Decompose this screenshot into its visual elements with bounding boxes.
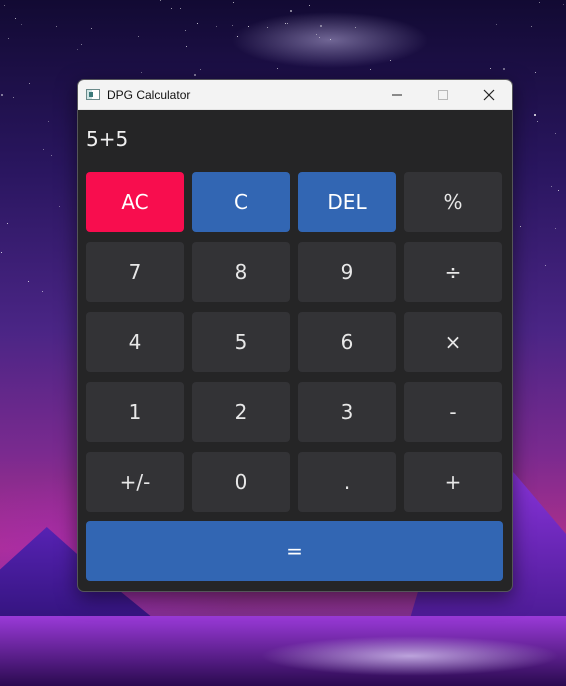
star — [233, 2, 234, 3]
star — [390, 60, 391, 61]
star — [200, 69, 201, 70]
window-title: DPG Calculator — [107, 87, 191, 102]
star — [535, 72, 536, 73]
close-button[interactable] — [466, 80, 512, 109]
calculator-window: DPG Calculator 5+5 AC C DEL % 7 8 9 ÷ 4 … — [77, 79, 513, 592]
multiply-button[interactable]: × — [404, 312, 502, 372]
star — [551, 186, 552, 187]
star — [545, 265, 546, 266]
maximize-button[interactable] — [420, 80, 466, 109]
star — [141, 72, 142, 73]
star — [1, 94, 3, 96]
star — [194, 74, 196, 76]
star — [48, 121, 49, 122]
digit-1-button[interactable]: 1 — [86, 382, 184, 442]
star — [496, 24, 497, 25]
star — [539, 2, 540, 3]
digit-8-button[interactable]: 8 — [192, 242, 290, 302]
digit-3-button[interactable]: 3 — [298, 382, 396, 442]
star — [15, 18, 16, 19]
star — [237, 36, 238, 37]
star — [555, 133, 556, 134]
star — [531, 26, 532, 27]
star — [28, 281, 29, 282]
wallpaper-glow — [260, 636, 560, 676]
star — [319, 37, 320, 38]
star — [8, 38, 9, 39]
star — [330, 39, 331, 40]
star — [51, 155, 52, 156]
digit-4-button[interactable]: 4 — [86, 312, 184, 372]
star — [267, 27, 268, 28]
clear-button[interactable]: C — [192, 172, 290, 232]
star — [285, 23, 286, 24]
star — [558, 190, 559, 191]
equals-button[interactable]: = — [86, 521, 503, 581]
star — [180, 8, 181, 9]
star — [77, 49, 78, 50]
clear-all-button[interactable]: AC — [86, 172, 184, 232]
star — [287, 23, 288, 24]
decimal-button[interactable]: . — [298, 452, 396, 512]
star — [13, 97, 14, 98]
star — [320, 25, 322, 27]
star — [563, 4, 564, 5]
star — [316, 34, 317, 35]
star — [91, 28, 92, 29]
expression-display: 5+5 — [86, 127, 129, 151]
star — [309, 5, 310, 6]
digit-6-button[interactable]: 6 — [298, 312, 396, 372]
star — [520, 226, 521, 227]
plus-button[interactable]: + — [404, 452, 502, 512]
star — [534, 114, 536, 116]
star — [216, 26, 217, 27]
negate-button[interactable]: +/- — [86, 452, 184, 512]
digit-0-button[interactable]: 0 — [192, 452, 290, 512]
star — [555, 228, 556, 229]
star — [56, 26, 57, 27]
star — [185, 30, 186, 31]
star — [4, 5, 5, 6]
star — [277, 68, 278, 69]
minimize-icon — [392, 94, 402, 95]
star — [290, 10, 292, 12]
star — [160, 0, 161, 1]
minus-button[interactable]: - — [404, 382, 502, 442]
star — [1, 252, 2, 253]
star — [29, 83, 30, 84]
star — [59, 206, 60, 207]
star — [370, 69, 371, 70]
star — [171, 8, 172, 9]
digit-7-button[interactable]: 7 — [86, 242, 184, 302]
digit-5-button[interactable]: 5 — [192, 312, 290, 372]
calculator-app-icon — [86, 89, 100, 100]
star — [503, 68, 505, 70]
star — [138, 36, 139, 37]
star — [248, 26, 249, 27]
delete-button[interactable]: DEL — [298, 172, 396, 232]
star — [43, 149, 44, 150]
percent-button[interactable]: % — [404, 172, 502, 232]
star — [232, 25, 233, 26]
title-bar[interactable]: DPG Calculator — [78, 80, 512, 110]
maximize-icon — [438, 89, 448, 100]
star — [42, 291, 43, 292]
divide-button[interactable]: ÷ — [404, 242, 502, 302]
digit-9-button[interactable]: 9 — [298, 242, 396, 302]
star — [7, 223, 8, 224]
star — [81, 44, 82, 45]
star — [355, 27, 356, 28]
close-icon — [483, 89, 495, 100]
star — [197, 23, 198, 24]
star — [490, 68, 491, 69]
digit-2-button[interactable]: 2 — [192, 382, 290, 442]
star — [537, 121, 538, 122]
star — [186, 46, 187, 47]
star — [21, 24, 22, 25]
minimize-button[interactable] — [374, 80, 420, 109]
